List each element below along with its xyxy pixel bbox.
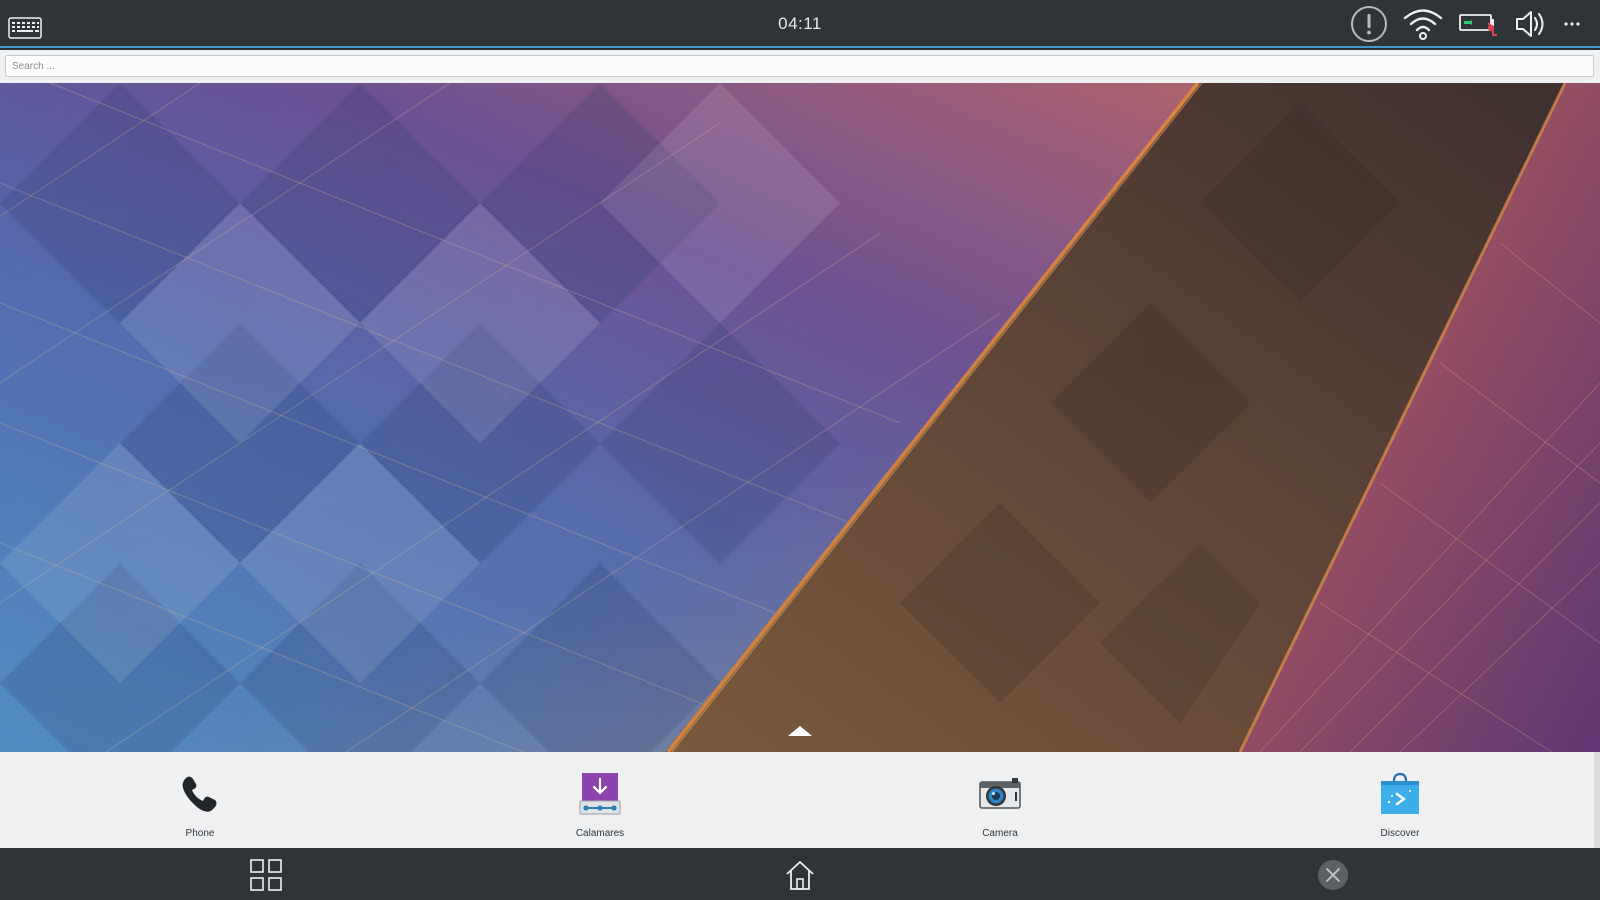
search-bar	[0, 50, 1600, 83]
notification-alert-icon[interactable]	[1350, 5, 1388, 43]
wallpaper	[0, 83, 1600, 752]
home-icon[interactable]	[783, 858, 817, 892]
app-drawer-arrow-icon[interactable]	[788, 724, 812, 736]
calamares-icon	[578, 772, 622, 816]
app-discover[interactable]: Discover	[1340, 752, 1460, 848]
camera-icon	[978, 772, 1022, 816]
volume-icon[interactable]	[1514, 7, 1548, 41]
app-label: Phone	[185, 828, 215, 839]
wifi-icon[interactable]	[1402, 7, 1444, 41]
app-label: Calamares	[575, 828, 625, 839]
top-status-panel: 04:11	[0, 0, 1600, 48]
favorites-dock: Phone Calamares Camera Discover	[0, 752, 1594, 848]
panel-accent-line	[0, 46, 1600, 48]
more-icon[interactable]	[1562, 14, 1582, 34]
close-icon[interactable]	[1316, 858, 1350, 892]
dock-scrollbar[interactable]	[1594, 752, 1600, 848]
app-grid-icon[interactable]	[249, 858, 283, 892]
phone-icon	[178, 772, 222, 816]
navigation-panel	[0, 848, 1600, 900]
app-label: Camera	[982, 828, 1018, 839]
app-calamares[interactable]: Calamares	[540, 752, 660, 848]
battery-icon[interactable]	[1458, 9, 1500, 39]
app-camera[interactable]: Camera	[940, 752, 1060, 848]
system-tray	[1350, 6, 1582, 42]
search-input[interactable]	[5, 55, 1594, 77]
app-label: Discover	[1380, 828, 1420, 839]
discover-icon	[1378, 772, 1422, 816]
app-phone[interactable]: Phone	[140, 752, 260, 848]
